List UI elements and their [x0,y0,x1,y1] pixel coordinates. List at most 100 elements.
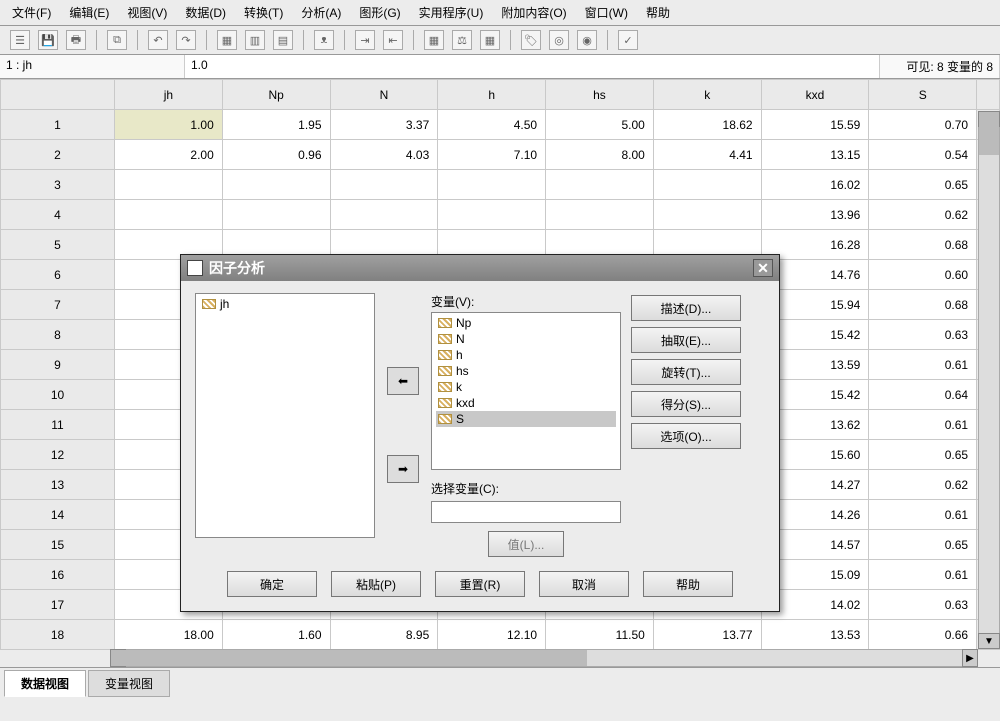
descriptives-button[interactable]: 描述(D)... [631,295,741,321]
column-header[interactable]: S [869,80,977,110]
row-header[interactable]: 13 [1,470,115,500]
list-item[interactable]: kxd [436,395,616,411]
grid-cell[interactable]: 0.62 [869,200,977,230]
menu-graphs[interactable]: 图形(G) [359,4,400,21]
grid-corner[interactable] [1,80,115,110]
list-item[interactable]: jh [200,296,370,312]
use-sets-icon[interactable]: ◎ [549,30,569,50]
row-header[interactable]: 12 [1,440,115,470]
grid-cell[interactable]: 0.54 [869,140,977,170]
grid-cell[interactable]: 0.61 [869,350,977,380]
grid-cell[interactable] [546,200,654,230]
list-item[interactable]: S [436,411,616,427]
selection-variable-input[interactable] [431,501,621,523]
menu-data[interactable]: 数据(D) [185,4,226,21]
scroll-down-icon[interactable]: ▼ [978,633,1000,649]
list-item[interactable]: Np [436,315,616,331]
dialog-titlebar[interactable]: 因子分析 ✕ [181,255,779,281]
grid-cell[interactable]: 5.00 [546,110,654,140]
grid-cell[interactable]: 13.96 [761,200,869,230]
grid-cell[interactable]: 0.60 [869,260,977,290]
reset-button[interactable]: 重置(R) [435,571,525,597]
goto-var-icon[interactable]: ▥ [245,30,265,50]
row-header[interactable]: 11 [1,410,115,440]
grid-cell[interactable]: 18.00 [114,620,222,650]
grid-cell[interactable] [653,200,761,230]
row-header[interactable]: 10 [1,380,115,410]
value-button[interactable]: 值(L)... [488,531,564,557]
dialog-recall-icon[interactable]: ⧉ [107,30,127,50]
row-header[interactable]: 5 [1,230,115,260]
grid-cell[interactable]: 13.77 [653,620,761,650]
ok-button[interactable]: 确定 [227,571,317,597]
grid-cell[interactable]: 0.62 [869,470,977,500]
grid-cell[interactable]: 8.95 [330,620,438,650]
move-to-selection-button[interactable]: ➡ [387,455,419,483]
column-header[interactable]: jh [114,80,222,110]
column-header[interactable]: hs [546,80,654,110]
grid-cell[interactable]: 12.10 [438,620,546,650]
list-item[interactable]: k [436,379,616,395]
insert-var-icon[interactable]: ⇤ [383,30,403,50]
grid-cell[interactable]: 1.60 [222,620,330,650]
grid-cell[interactable] [114,200,222,230]
grid-cell[interactable] [330,200,438,230]
grid-cell[interactable]: 15.59 [761,110,869,140]
grid-cell[interactable]: 0.63 [869,320,977,350]
grid-cell[interactable] [114,170,222,200]
grid-cell[interactable]: 2.00 [114,140,222,170]
grid-cell[interactable]: 4.41 [653,140,761,170]
grid-cell[interactable]: 13.53 [761,620,869,650]
scroll-thumb[interactable] [979,112,999,155]
tab-data-view[interactable]: 数据视图 [4,670,86,697]
row-header[interactable]: 7 [1,290,115,320]
grid-cell[interactable]: 0.64 [869,380,977,410]
target-variable-list[interactable]: NpNhhskkxdS [431,312,621,470]
list-item[interactable]: h [436,347,616,363]
row-header[interactable]: 14 [1,500,115,530]
cell-value-editor[interactable]: 1.0 [185,55,880,78]
grid-cell[interactable]: 4.03 [330,140,438,170]
close-button[interactable]: ✕ [753,259,773,277]
row-header[interactable]: 9 [1,350,115,380]
paste-button[interactable]: 粘贴(P) [331,571,421,597]
cell-reference[interactable]: 1 : jh [0,55,185,78]
column-header[interactable]: Np [222,80,330,110]
menu-utilities[interactable]: 实用程序(U) [419,4,484,21]
menu-transform[interactable]: 转换(T) [244,4,283,21]
row-header[interactable]: 18 [1,620,115,650]
grid-cell[interactable] [438,200,546,230]
row-header[interactable]: 8 [1,320,115,350]
redo-icon[interactable]: ↷ [176,30,196,50]
grid-cell[interactable]: 0.61 [869,560,977,590]
grid-cell[interactable] [222,170,330,200]
help-button[interactable]: 帮助 [643,571,733,597]
move-to-variables-button[interactable]: ⬅ [387,367,419,395]
grid-cell[interactable]: 0.65 [869,530,977,560]
menu-window[interactable]: 窗口(W) [585,4,628,21]
grid-cell[interactable]: 0.63 [869,590,977,620]
grid-cell[interactable] [438,170,546,200]
scores-button[interactable]: 得分(S)... [631,391,741,417]
row-header[interactable]: 16 [1,560,115,590]
grid-cell[interactable] [546,170,654,200]
menu-file[interactable]: 文件(F) [12,4,51,21]
rotation-button[interactable]: 旋转(T)... [631,359,741,385]
goto-case-icon[interactable]: ▦ [217,30,237,50]
list-item[interactable]: hs [436,363,616,379]
horizontal-scrollbar[interactable]: ◀ ▶ [110,649,978,667]
insert-case-icon[interactable]: ⇥ [355,30,375,50]
variables-icon[interactable]: ▤ [273,30,293,50]
options-button[interactable]: 选项(O)... [631,423,741,449]
extraction-button[interactable]: 抽取(E)... [631,327,741,353]
grid-cell[interactable] [222,200,330,230]
grid-cell[interactable]: 0.68 [869,290,977,320]
column-header[interactable]: h [438,80,546,110]
split-file-icon[interactable]: ▦ [424,30,444,50]
tab-variable-view[interactable]: 变量视图 [88,670,170,697]
row-header[interactable]: 15 [1,530,115,560]
value-labels-icon[interactable]: 🏷 [521,30,541,50]
vertical-scrollbar[interactable]: ▲ ▼ [978,111,1000,649]
cancel-button[interactable]: 取消 [539,571,629,597]
row-header[interactable]: 4 [1,200,115,230]
